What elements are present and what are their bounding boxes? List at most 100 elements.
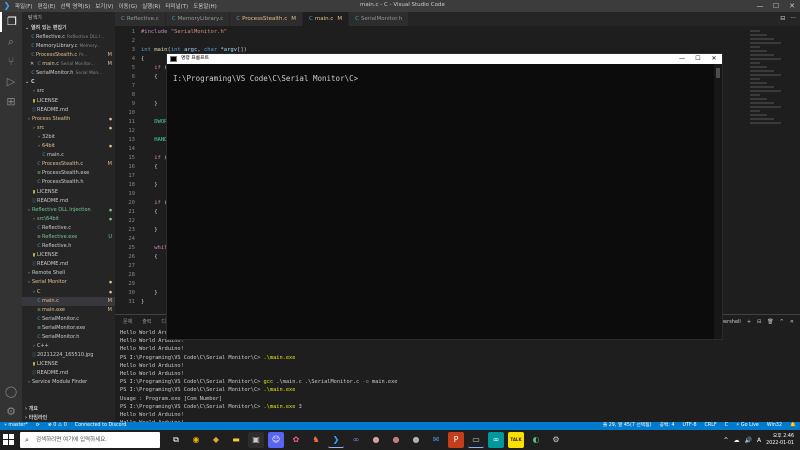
tab-serialmonitor-h[interactable]: C SerialMonitor.h	[349, 12, 410, 26]
file-tree-item[interactable]: › 64bit ●	[22, 142, 115, 151]
split-terminal-icon[interactable]: ⊟	[757, 315, 761, 329]
status-right-1[interactable]: 공백: 4	[660, 422, 675, 430]
file-tree-item[interactable]: › src	[22, 87, 115, 96]
avatar-app-icon-2[interactable]: ●	[388, 432, 404, 448]
more-actions-icon[interactable]: ···	[790, 12, 796, 26]
game-icon[interactable]: ♞	[308, 432, 324, 448]
file-tree-item[interactable]: CReflective.c	[22, 224, 115, 233]
menu-item-5[interactable]: 실행(R)	[142, 2, 160, 10]
menu-item-7[interactable]: 도움말(H)	[193, 2, 217, 10]
kill-terminal-icon[interactable]: 🗑	[767, 315, 773, 329]
file-tree-item[interactable]: ≡ProcessStealth.exe	[22, 169, 115, 178]
open-editor-item[interactable]: CMemoryLibrary.c Memory...	[22, 42, 115, 51]
avatar-app-icon-1[interactable]: ●	[368, 432, 384, 448]
close-panel-icon[interactable]: ✕	[790, 315, 794, 329]
messenger-icon[interactable]: ✉	[428, 432, 444, 448]
menu-item-0[interactable]: 파일(F)	[15, 2, 33, 10]
command-prompt-window[interactable]: 명령 프롬프트 — ☐ ✕ I:\Programing\VS Code\C\Se…	[166, 53, 723, 340]
file-tree-item[interactable]: ▮ LICENSE	[22, 97, 115, 106]
cmd-app-icon[interactable]: ▭	[468, 432, 484, 448]
powerpoint-icon[interactable]: P	[448, 432, 464, 448]
file-tree-item[interactable]: ▮ LICENSE	[22, 360, 115, 369]
tray-overflow-icon[interactable]: ^	[723, 437, 728, 444]
file-tree-item[interactable]: ⓘREADME.md	[22, 197, 115, 206]
status-right-6[interactable]: Win32	[767, 422, 782, 430]
menu-item-1[interactable]: 편집(E)	[38, 2, 56, 10]
terminal-app-icon[interactable]: ▣	[248, 432, 264, 448]
status-right-4[interactable]: C	[725, 422, 728, 430]
file-tree-item[interactable]: ≡main.exe M	[22, 306, 115, 315]
file-tree-item[interactable]: › src\64bit ●	[22, 215, 115, 224]
timeline-header[interactable]: › 타임라인	[22, 414, 115, 422]
tab-reflective-c[interactable]: C Reflective.c	[115, 12, 166, 26]
maximize-icon[interactable]: ☐	[768, 0, 784, 12]
cheese-app-icon[interactable]: ◆	[208, 432, 224, 448]
maximize-panel-icon[interactable]: ^	[780, 315, 784, 329]
windows-start-icon[interactable]	[3, 434, 15, 446]
visual-studio-icon[interactable]: ∞	[348, 432, 364, 448]
run-debug-icon[interactable]: ▷	[0, 72, 22, 92]
kakaotalk-icon[interactable]: TALK	[508, 432, 524, 448]
open-editor-item[interactable]: CProcessStealth.c Pr... M	[22, 51, 115, 60]
photos-icon[interactable]: ✿	[288, 432, 304, 448]
file-tree-item[interactable]: CProcessStealth.h	[22, 178, 115, 187]
app-icon-green[interactable]: ◐	[528, 432, 544, 448]
status-left-2[interactable]: ⊗ 0 ⚠ 0	[48, 422, 67, 430]
new-terminal-icon[interactable]: +	[747, 315, 751, 329]
open-editors-header[interactable]: ⌄ 열려 있는 편집기	[22, 24, 115, 33]
status-left-0[interactable]: ⑂ master*	[4, 422, 28, 430]
onedrive-icon[interactable]: ☁	[734, 437, 740, 444]
cmd-content[interactable]: I:\Programing\VS Code\C\Serial Monitor\C…	[173, 74, 358, 83]
outline-header[interactable]: › 개요	[22, 405, 115, 414]
file-tree-item[interactable]: › C ●	[22, 288, 115, 297]
status-right-7[interactable]: 🔔	[790, 422, 796, 430]
status-left-3[interactable]: Connected to Discord	[75, 422, 127, 430]
settings-app-icon[interactable]: ⚙	[548, 432, 564, 448]
file-tree-item[interactable]: ≡SerialMonitor.exe	[22, 324, 115, 333]
ime-indicator[interactable]: A	[757, 437, 761, 444]
chrome-icon[interactable]: ◉	[188, 432, 204, 448]
extensions-icon[interactable]: ⊞	[0, 92, 22, 112]
open-editor-item[interactable]: CReflective.c Reflective DLL I...	[22, 33, 115, 42]
cmd-close-icon[interactable]: ✕	[706, 54, 722, 64]
file-tree-item[interactable]: › Reflective DLL Injection ●	[22, 206, 115, 215]
status-right-2[interactable]: UTF-8	[683, 422, 697, 430]
tab-main-c[interactable]: Cmain.c M	[303, 12, 350, 26]
search-icon[interactable]: ⌕	[0, 32, 22, 52]
tab-memorylibrary-c[interactable]: C MemoryLibrary.c	[165, 12, 231, 26]
cmd-minimize-icon[interactable]: —	[674, 54, 690, 64]
source-control-icon[interactable]: ⑂	[0, 52, 22, 72]
open-editor-item[interactable]: ✕ Cmain.c Serial Monitor... M	[22, 60, 115, 69]
taskbar-search-box[interactable]: ⌕ 검색하려면 여기에 입력하세요.	[20, 432, 160, 448]
file-tree-item[interactable]: ⓘREADME.md	[22, 260, 115, 269]
file-tree-item[interactable]: ▮ LICENSE	[22, 251, 115, 260]
file-tree-item[interactable]: › Remote Shell	[22, 269, 115, 278]
panel-tab-1[interactable]: 출력	[142, 315, 151, 329]
cmd-title-bar[interactable]: 명령 프롬프트 — ☐ ✕	[167, 54, 722, 64]
file-tree-item[interactable]: › Service Module Finder	[22, 378, 115, 387]
file-tree-item[interactable]: › src ●	[22, 124, 115, 133]
minimize-icon[interactable]: —	[752, 0, 768, 12]
file-tree-item[interactable]: › 32bit	[22, 133, 115, 142]
close-icon[interactable]: ✕	[784, 0, 800, 12]
file-tree-item[interactable]: ▮ LICENSE	[22, 188, 115, 197]
arduino-icon[interactable]: ∞	[488, 432, 504, 448]
file-tree-item[interactable]: CReflective.h	[22, 242, 115, 251]
vscode-icon[interactable]: ❯	[328, 432, 344, 448]
status-right-3[interactable]: CRLF	[705, 422, 717, 430]
workspace-header[interactable]: ⌄ C	[22, 78, 115, 87]
cmd-scroll-thumb[interactable]	[716, 68, 720, 78]
menu-item-6[interactable]: 터미널(T)	[165, 2, 188, 10]
taskbar-clock[interactable]: 오후 2:46 2022-01-01	[766, 433, 794, 447]
file-explorer-icon[interactable]: ▬	[228, 432, 244, 448]
explorer-icon[interactable]: ❐	[0, 12, 22, 32]
status-left-1[interactable]: ⟳	[36, 422, 40, 430]
discord-icon[interactable]: ☺	[268, 432, 284, 448]
file-tree-item[interactable]: › C++	[22, 342, 115, 351]
file-tree-item[interactable]: › Process Stealth ●	[22, 115, 115, 124]
file-tree-item[interactable]: ≡Reflective.exe U	[22, 233, 115, 242]
file-tree-item[interactable]: ⓘREADME.md	[22, 106, 115, 115]
file-tree-item[interactable]: Cmain.c M	[22, 296, 115, 306]
account-icon[interactable]: ◯	[0, 382, 22, 402]
menu-item-2[interactable]: 선택 영역(S)	[60, 2, 90, 10]
